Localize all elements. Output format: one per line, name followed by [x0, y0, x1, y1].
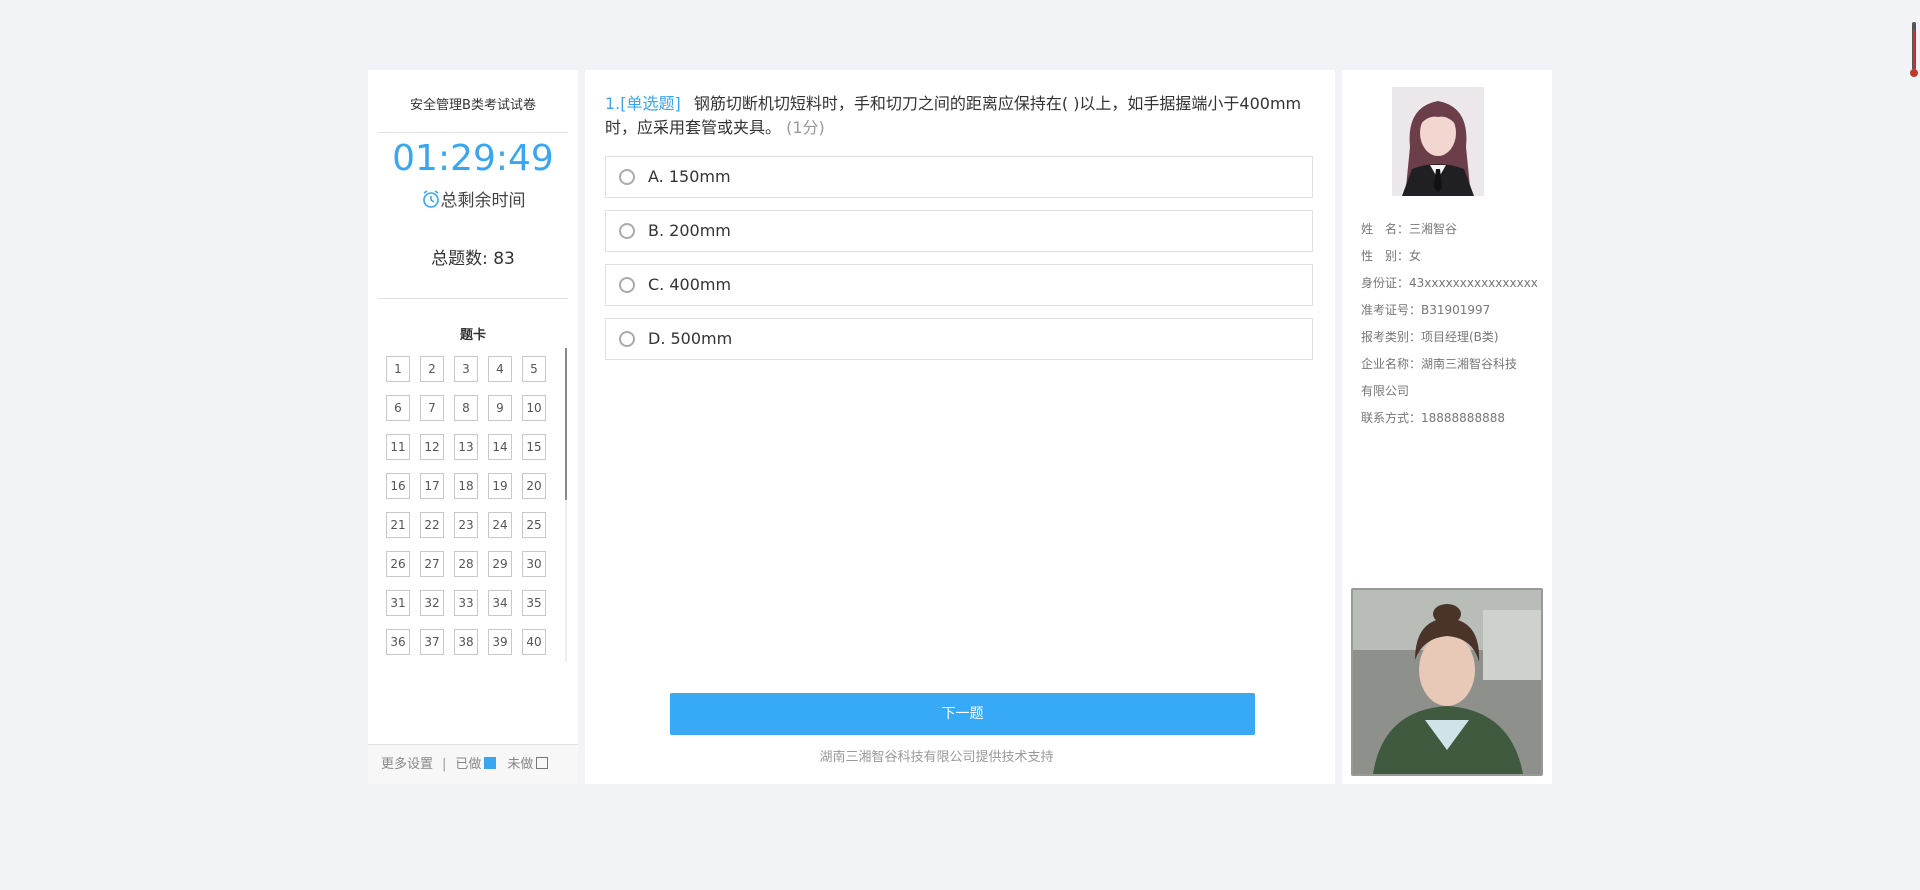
done-legend-swatch [484, 757, 497, 769]
question-number-button[interactable]: 39 [488, 629, 512, 655]
divider [378, 298, 568, 299]
question-number-button[interactable]: 13 [454, 434, 478, 460]
next-question-button[interactable]: 下一题 [670, 693, 1255, 735]
candidate-company: 企业名称：湖南三湘智谷科技有限公司 [1361, 357, 1518, 398]
sidebar-footer: 更多设置 | 已做 未做 [368, 744, 578, 784]
footer-separator: | [442, 757, 447, 772]
question-number-button[interactable]: 8 [454, 395, 478, 421]
question-number-button[interactable]: 26 [386, 551, 410, 577]
question-number-button[interactable]: 33 [454, 590, 478, 616]
candidate-photo [1392, 87, 1484, 196]
question-number-button[interactable]: 29 [488, 551, 512, 577]
option-label: A. 150mm [648, 167, 731, 186]
question-number-button[interactable]: 9 [488, 395, 512, 421]
candidate-id-card: 身份证：43xxxxxxxxxxxxxxxx [1361, 276, 1538, 290]
question-number-button[interactable]: 25 [522, 512, 546, 538]
question-number-button[interactable]: 6 [386, 395, 410, 421]
option-label: D. 500mm [648, 329, 733, 348]
question-number-button[interactable]: 16 [386, 473, 410, 499]
question-number-button[interactable]: 21 [386, 512, 410, 538]
scrollbar-thumb[interactable] [565, 348, 567, 500]
question-number-button[interactable]: 10 [522, 395, 546, 421]
question-stem: 1.[单选题] 钢筋切断机切短料时，手和切刀之间的距离应保持在( )以上，如手据… [605, 92, 1305, 140]
question-number-button[interactable]: 18 [454, 473, 478, 499]
candidate-info: 姓 名：三湘智谷 性 别：女 身份证：43xxxxxxxxxxxxxxxx 准考… [1361, 216, 1551, 432]
question-number-button[interactable]: 14 [488, 434, 512, 460]
candidate-admission-number: 准考证号：B31901997 [1361, 303, 1491, 317]
question-number-button[interactable]: 5 [522, 356, 546, 382]
question-index: 1. [605, 94, 621, 113]
question-number-button[interactable]: 38 [454, 629, 478, 655]
option-label: C. 400mm [648, 275, 732, 294]
alarm-clock-icon [421, 189, 439, 208]
question-text: 钢筋切断机切短料时，手和切刀之间的距离应保持在( )以上，如手据握端小于400m… [605, 94, 1302, 137]
candidate-gender: 性 别：女 [1361, 249, 1422, 263]
question-number-button[interactable]: 15 [522, 434, 546, 460]
question-number-button[interactable]: 17 [420, 473, 444, 499]
done-legend-label: 已做 [455, 757, 482, 772]
question-number-button[interactable]: 24 [488, 512, 512, 538]
question-number-button[interactable]: 34 [488, 590, 512, 616]
thermometer-icon [1910, 22, 1918, 78]
question-number-button[interactable]: 3 [454, 356, 478, 382]
answer-card-title: 题卡 [459, 328, 486, 343]
question-number-button[interactable]: 40 [522, 629, 546, 655]
candidate-name: 姓 名：三湘智谷 [1361, 222, 1458, 236]
todo-legend-label: 未做 [507, 757, 534, 772]
option-d[interactable]: D. 500mm [605, 318, 1313, 360]
question-number-button[interactable]: 36 [386, 629, 410, 655]
question-number-button[interactable]: 31 [386, 590, 410, 616]
question-score: (1分) [786, 118, 825, 137]
question-number-button[interactable]: 28 [454, 551, 478, 577]
exam-sidebar: 安全管理B类考试试卷 01:29:49 总剩余时间 总题数: 83 题卡 123… [368, 70, 578, 784]
option-a[interactable]: A. 150mm [605, 156, 1313, 198]
answer-card-grid: 1 2 3 4 5 6 7 8 9 10 11 12 13 14 15 16 17 18 19 20 21 22 23 24 2… [386, 356, 556, 666]
timer-label: 总剩余时间 [440, 191, 526, 211]
timer-label-row: 总剩余时间 [368, 186, 578, 211]
question-number-button[interactable]: 1 [386, 356, 410, 382]
radio-icon[interactable] [619, 331, 635, 347]
question-number-button[interactable]: 30 [522, 551, 546, 577]
exam-title: 安全管理B类考试试卷 [410, 98, 536, 113]
radio-icon[interactable] [619, 277, 635, 293]
radio-icon[interactable] [619, 169, 635, 185]
more-settings-link[interactable]: 更多设置 [381, 757, 433, 772]
question-number-button[interactable]: 19 [488, 473, 512, 499]
radio-icon[interactable] [619, 223, 635, 239]
question-number-button[interactable]: 12 [420, 434, 444, 460]
question-number-button[interactable]: 20 [522, 473, 546, 499]
total-questions: 总题数: 83 [431, 249, 515, 269]
question-number-button[interactable]: 23 [454, 512, 478, 538]
option-label: B. 200mm [648, 221, 731, 240]
question-number-button[interactable]: 2 [420, 356, 444, 382]
webcam-preview [1351, 588, 1543, 776]
question-panel: 1.[单选题] 钢筋切断机切短料时，手和切刀之间的距离应保持在( )以上，如手据… [585, 70, 1335, 784]
question-number-button[interactable]: 7 [420, 395, 444, 421]
question-number-button[interactable]: 37 [420, 629, 444, 655]
question-number-button[interactable]: 22 [420, 512, 444, 538]
option-c[interactable]: C. 400mm [605, 264, 1313, 306]
candidate-category: 报考类别：项目经理(B类) [1361, 330, 1499, 344]
question-number-button[interactable]: 4 [488, 356, 512, 382]
question-number-button[interactable]: 11 [386, 434, 410, 460]
question-type: [单选题] [620, 94, 681, 113]
todo-legend-swatch [536, 757, 549, 769]
question-number-button[interactable]: 35 [522, 590, 546, 616]
candidate-contact: 联系方式：18888888888 [1361, 411, 1505, 425]
option-b[interactable]: B. 200mm [605, 210, 1313, 252]
question-number-button[interactable]: 32 [420, 590, 444, 616]
support-footer: 湖南三湘智谷科技有限公司提供技术支持 [819, 750, 1054, 765]
question-number-button[interactable]: 27 [420, 551, 444, 577]
candidate-panel: 姓 名：三湘智谷 性 别：女 身份证：43xxxxxxxxxxxxxxxx 准考… [1342, 70, 1552, 784]
divider [378, 132, 568, 133]
answer-card-scrollbar[interactable] [565, 348, 567, 662]
countdown-timer: 01:29:49 [392, 138, 554, 179]
